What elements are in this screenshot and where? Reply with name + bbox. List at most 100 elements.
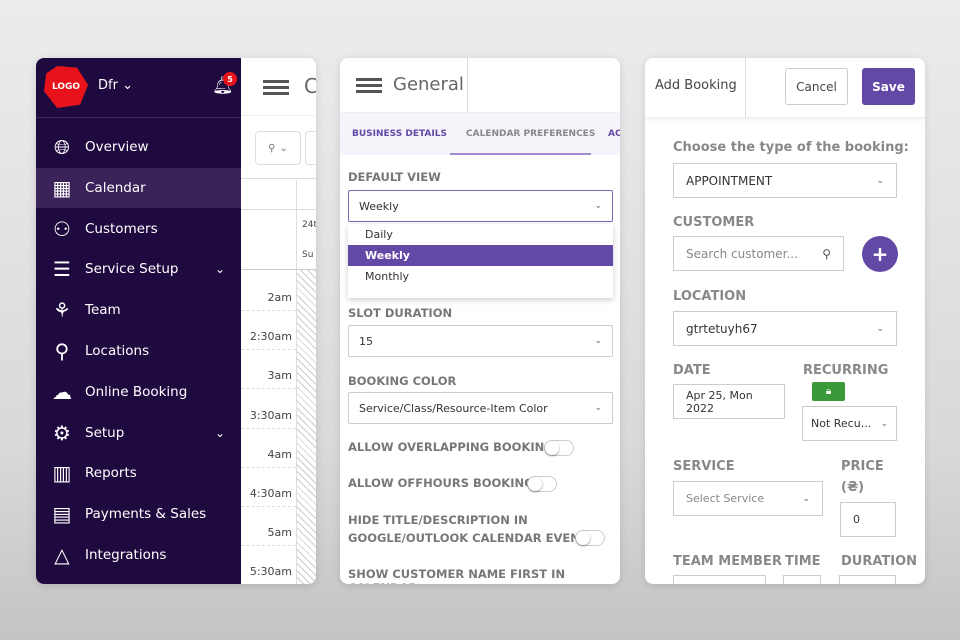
slot-duration-label: SLOT DURATION: [348, 306, 453, 320]
time-label: TIME: [785, 554, 821, 569]
sidebar-item-label: Setup: [85, 424, 125, 441]
sidebar-item-service-setup[interactable]: ☰ Service Setup ⌄: [36, 249, 241, 289]
sidebar-item-label: Overview: [85, 139, 149, 155]
booking-color-select[interactable]: Service/Class/Resource-Item Color ⌄: [348, 392, 613, 424]
customer-search-input[interactable]: Search customer... ⚲: [673, 236, 844, 271]
duration-select[interactable]: [839, 575, 896, 584]
selected-value: Not Recu...: [811, 417, 872, 430]
chevron-down-icon: ⌄: [876, 323, 884, 334]
sidebar-item-label: Team: [85, 302, 121, 319]
chevron-down-icon: ⌄: [594, 336, 602, 346]
hide-title-label-2: GOOGLE/OUTLOOK CALENDAR EVENTS: [348, 531, 596, 545]
sidebar-item-label: Reports: [85, 465, 137, 482]
overlapping-toggle[interactable]: [544, 440, 574, 456]
globe-icon: 🌐︎: [54, 135, 70, 159]
customers-icon: ⚇: [53, 216, 71, 241]
hide-title-toggle[interactable]: [575, 530, 605, 546]
menu-icon[interactable]: [263, 80, 289, 95]
selected-value: gtrtetuyh67: [686, 321, 758, 336]
service-select[interactable]: Select Service ⌄: [673, 481, 823, 516]
overlapping-label: ALLOW OVERLAPPING BOOKINGS: [348, 440, 562, 454]
page-title: C: [304, 74, 316, 98]
chevron-down-icon[interactable]: ⌄: [215, 262, 225, 276]
location-select[interactable]: gtrtetuyh67 ⌄: [673, 311, 897, 346]
sidebar-item-setup[interactable]: ⚙ Setup ⌄: [36, 413, 241, 453]
sidebar-item-label: Locations: [85, 343, 150, 359]
customer-label: CUSTOMER: [673, 215, 755, 230]
slot-duration-select[interactable]: 15 ⌄: [348, 325, 613, 357]
sidebar-item-team[interactable]: ⚘ Team: [36, 290, 241, 330]
add-customer-button[interactable]: +: [862, 236, 898, 272]
page-title: Add Booking: [655, 78, 737, 93]
sidebar-item-locations[interactable]: ⚲ Locations: [36, 331, 241, 371]
search-icon: ⚲: [822, 246, 831, 261]
location-filter[interactable]: ⚲ ⌄: [255, 131, 301, 165]
show-name-label: SHOW CUSTOMER NAME FIRST IN CALENDAR: [348, 567, 566, 584]
default-view-select[interactable]: Weekly ⌄: [348, 190, 613, 222]
sidebar-item-label: Payments & Sales: [85, 506, 207, 523]
chevron-down-icon: ⌄: [279, 142, 288, 154]
chevron-down-icon: ⌄: [802, 493, 810, 504]
chevron-down-icon: ⌄: [876, 175, 884, 186]
booking-type-select[interactable]: APPOINTMENT ⌄: [673, 163, 897, 198]
booking-type-label: Choose the type of the booking:: [673, 140, 909, 155]
app-panel-sidebar: LOGO Dfr ⌄ 🔔︎ 5 🌐︎ Overview ▦ Calendar ⚇ Cust…: [36, 58, 316, 584]
chevron-down-icon: ⌄: [594, 201, 602, 211]
account-switcher[interactable]: Dfr ⌄: [98, 78, 133, 93]
time-slot-label: 3am: [241, 369, 296, 390]
sidebar-item-payments-sales[interactable]: ▤ Payments & Sales: [36, 494, 241, 534]
chevron-down-icon: ⌄: [122, 78, 133, 93]
chevron-down-icon[interactable]: ⌄: [215, 426, 225, 440]
save-button[interactable]: Save: [862, 68, 915, 105]
sidebar-item-online-booking[interactable]: ☁ Online Booking: [36, 372, 241, 412]
date-input[interactable]: Apr 25, Mon 2022: [673, 384, 785, 419]
price-label: PRICE: [841, 459, 884, 474]
page-title: General: [393, 74, 464, 95]
service-label: SERVICE: [673, 459, 735, 474]
time-slot-label: 2am: [241, 291, 296, 311]
sidebar-item-integrations[interactable]: △ Integrations: [36, 535, 241, 575]
offhours-toggle[interactable]: [527, 476, 557, 492]
placeholder: Search customer...: [686, 246, 798, 261]
cloud-icon: ☁: [52, 379, 72, 404]
receipt-icon: ▤: [52, 502, 72, 527]
selected-value: APPOINTMENT: [686, 173, 773, 188]
time-select[interactable]: [783, 575, 821, 584]
sidebar-item-calendar[interactable]: ▦ Calendar: [36, 167, 241, 208]
service-icon: ☰: [53, 257, 71, 282]
account-name: Dfr: [98, 78, 118, 93]
lock-icon[interactable]: 🔒︎: [812, 382, 845, 401]
time-slot-label: 5:30am: [241, 565, 296, 584]
team-member-select[interactable]: [673, 575, 766, 584]
option-weekly[interactable]: Weekly: [348, 245, 613, 266]
location-pin-icon: ⚲: [54, 339, 70, 363]
chevron-down-icon: ⌄: [594, 403, 602, 413]
sidebar-item-reports[interactable]: ▥ Reports: [36, 453, 241, 493]
filter-button[interactable]: [305, 131, 316, 165]
chevron-down-icon: ⌄: [880, 418, 888, 429]
option-daily[interactable]: Daily: [348, 224, 613, 245]
cancel-button[interactable]: Cancel: [785, 68, 848, 105]
tab-calendar-preferences[interactable]: CALENDAR PREFERENCES: [466, 129, 595, 139]
unavailable-hours: [296, 270, 316, 584]
sidebar-item-label: Online Booking: [85, 383, 188, 400]
menu-icon[interactable]: [356, 78, 382, 93]
location-pin-icon: ⚲: [268, 142, 276, 154]
recurring-select[interactable]: Not Recu... ⌄: [802, 406, 897, 441]
time-slot-label: 2:30am: [241, 330, 296, 351]
sidebar-item-overview[interactable]: 🌐︎ Overview: [36, 127, 241, 167]
currency-label: (₴): [841, 480, 865, 495]
app-panel-settings: General BUSINESS DETAILS CALENDAR PREFER…: [340, 58, 620, 584]
booking-color-label: BOOKING COLOR: [348, 374, 457, 388]
day-date: 24t: [302, 220, 316, 230]
team-member-label: TEAM MEMBER: [673, 554, 782, 569]
selected-value: 15: [359, 334, 373, 348]
time-slot-label: 5am: [241, 526, 296, 547]
sidebar-item-customers[interactable]: ⚇ Customers: [36, 209, 241, 249]
price-input[interactable]: 0: [840, 502, 896, 537]
option-monthly[interactable]: Monthly: [348, 266, 613, 287]
integrations-icon: △: [54, 543, 70, 567]
tab-business-details[interactable]: BUSINESS DETAILS: [352, 129, 447, 139]
tab-more[interactable]: AC: [608, 129, 620, 139]
duration-label: DURATION: [841, 554, 918, 569]
